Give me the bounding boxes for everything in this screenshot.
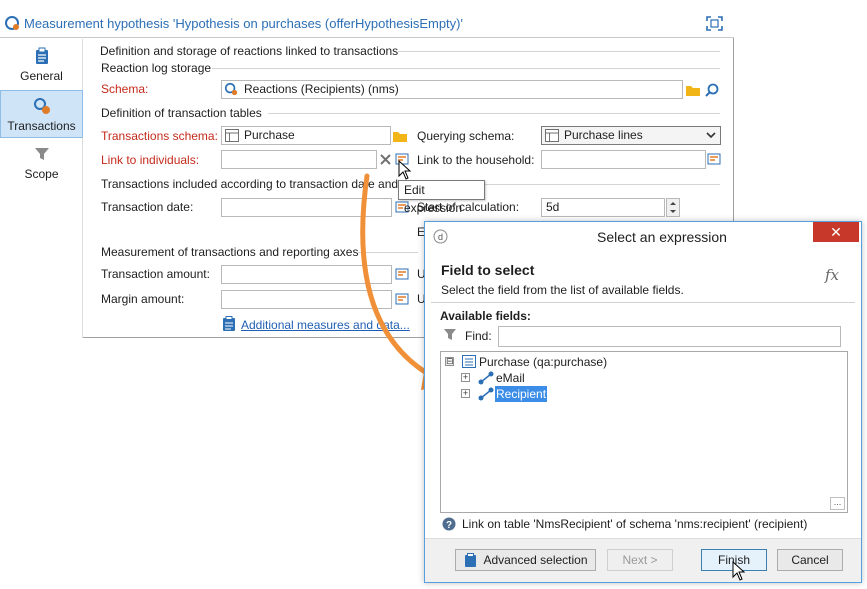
expand-icon[interactable]: + [461,373,470,382]
start-calculation-field[interactable]: 5d [541,198,665,217]
ellipsis-button[interactable]: ... [830,497,845,510]
find-label: Find: [465,329,492,343]
link-icon [478,387,494,401]
next-button[interactable]: Next > [607,549,673,571]
link-household-field[interactable] [541,150,706,169]
sidebar-item-scope[interactable]: Scope [0,139,83,187]
link-icon [478,371,494,385]
clipboard-icon [465,553,476,567]
divider [431,302,855,303]
window-title: Measurement hypothesis 'Hypothesis on pu… [24,16,463,31]
dialog-titlebar: d Select an expression ✕ [425,222,861,251]
transaction-amount-label: Transaction amount: [101,267,210,281]
edit-expression-icon[interactable] [707,152,721,166]
dialog-header: Field to select Select the field from th… [431,252,855,300]
divider [268,113,720,114]
start-calculation-value: 5d [546,200,560,214]
available-fields-label: Available fields: [440,309,531,323]
link-individuals-label: Link to individuals: [101,153,200,167]
close-button[interactable]: ✕ [813,222,859,242]
dialog-title: Select an expression [597,229,727,245]
select-expression-dialog: d Select an expression ✕ Field to select… [424,221,862,583]
collapse-icon[interactable]: ⊟ [445,357,454,366]
transactions-schema-label: Transactions schema: [101,129,218,143]
gear-link-icon [33,98,50,114]
advanced-selection-button[interactable]: Advanced selection [455,549,596,571]
button-label: Cancel [791,553,829,567]
table-icon [545,129,559,142]
clipboard-icon [223,316,235,331]
funnel-icon [444,329,456,340]
schema-value: Reactions (Recipients) (nms) [244,82,399,96]
divider [485,184,720,185]
button-label: Next > [622,553,658,567]
link-individuals-field[interactable] [221,150,377,169]
transaction-tables-heading: Definition of transaction tables [101,106,262,120]
clipboard-icon [35,47,48,64]
transaction-date-label: Transaction date: [101,200,194,214]
svg-text:?: ? [446,520,452,531]
measurement-heading: Measurement of transactions and reportin… [101,245,359,259]
sidebar-item-label: Scope [24,167,59,181]
ellipsis-label: ... [833,497,842,507]
schema-label: Schema: [101,82,149,96]
maximize-icon[interactable] [706,16,723,31]
tree-item-label: Recipient [495,386,548,402]
querying-schema-label: Querying schema: [417,129,515,143]
close-icon: ✕ [830,224,842,240]
sidebar-item-transactions[interactable]: Transactions [0,90,83,138]
section-title: Definition and storage of reactions link… [100,44,399,58]
button-label: Advanced selection [483,553,588,567]
transactions-included-heading: Transactions included according to trans… [101,177,399,191]
field-tree[interactable]: ⊟ Purchase (qa:purchase) + eMail + Recip… [440,351,848,513]
cancel-button[interactable]: Cancel [777,549,843,571]
querying-schema-select[interactable]: Purchase lines [541,126,721,145]
dialog-heading: Field to select [441,262,535,278]
list-schema-icon [462,355,476,368]
margin-amount-label: Margin amount: [101,292,185,306]
help-icon: ? [442,517,456,531]
schema-field[interactable]: Reactions (Recipients) (nms) [221,80,683,99]
clear-icon[interactable] [379,153,392,166]
transactions-schema-field[interactable]: Purchase [221,126,391,145]
dialog-subheading: Select the field from the list of availa… [441,283,684,297]
table-icon [225,129,239,142]
mouse-cursor-icon [732,561,746,581]
find-input[interactable] [498,326,841,347]
link-household-label: Link to the household: [417,153,535,167]
function-icon: fx [825,266,840,284]
tree-item-label: eMail [496,371,525,385]
folder-icon[interactable] [392,128,408,144]
sidebar-item-general[interactable]: General [0,41,83,89]
tree-item-label: Purchase (qa:purchase) [479,355,608,369]
divider [212,68,720,69]
querying-schema-value: Purchase lines [564,128,643,142]
info-text: Link on table 'NmsRecipient' of schema '… [462,517,808,531]
reaction-schema-icon [224,82,238,96]
funnel-icon [34,148,49,160]
folder-icon[interactable] [685,82,701,98]
dialog-footer: Advanced selection Next > Finish Cancel [425,538,861,582]
svg-text:d: d [438,232,443,242]
expand-icon[interactable]: + [461,389,470,398]
sidebar-item-label: General [20,69,63,83]
spinner-arrows-icon[interactable] [666,198,680,217]
chevron-down-icon[interactable] [705,129,717,141]
transactions-schema-value: Purchase [244,128,295,142]
sidebar: General Transactions Scope [0,39,83,338]
reaction-log-storage-heading: Reaction log storage [101,61,212,75]
expression-app-icon: d [433,229,448,244]
hypothesis-icon [5,16,19,30]
window-titlebar: Measurement hypothesis 'Hypothesis on pu… [0,0,734,38]
divider [398,51,720,52]
magnifier-icon[interactable] [704,82,720,98]
sidebar-item-label: Transactions [7,119,76,133]
